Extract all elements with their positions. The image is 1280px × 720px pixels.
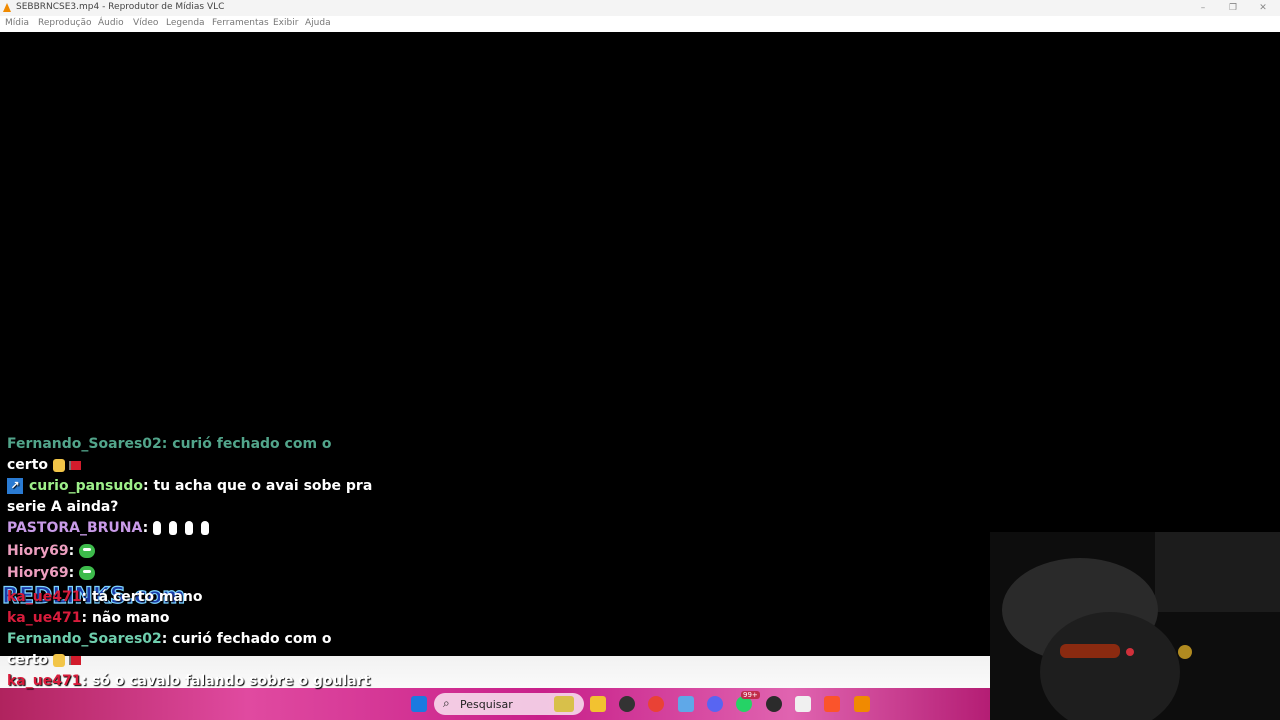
store-icon[interactable]	[795, 696, 811, 712]
chat-username: Hiory69	[7, 565, 69, 581]
vlc-icon[interactable]	[854, 696, 870, 712]
menu-video[interactable]: Vídeo	[133, 18, 158, 28]
discord-icon[interactable]	[707, 696, 723, 712]
menu-reproducao[interactable]: Reprodução	[38, 18, 92, 28]
menu-exibir[interactable]: Exibir	[273, 18, 298, 28]
chat-line: certo	[7, 652, 81, 668]
windows-start-icon[interactable]	[411, 696, 427, 712]
menu-bar: Mídia Reprodução Áudio Vídeo Legenda Fer…	[0, 16, 1280, 32]
notepad-icon[interactable]	[678, 696, 694, 712]
chat-message: curió fechado com o	[172, 631, 332, 647]
arrow-badge-icon: ↗	[7, 478, 23, 494]
webcam-feed	[990, 532, 1280, 720]
chat-line: Fernando_Soares02: curió fechado com o	[7, 436, 332, 452]
menu-midia[interactable]: Mídia	[5, 18, 29, 28]
menu-audio[interactable]: Áudio	[98, 18, 124, 28]
chat-message: certo	[7, 457, 49, 473]
chat-separator: :	[68, 565, 80, 581]
chat-line: ↗ curio_pansudo: tu acha que o avai sobe …	[7, 478, 372, 494]
menu-ferramentas[interactable]: Ferramentas	[212, 18, 269, 28]
chat-separator: :	[81, 673, 92, 689]
chat-separator: :	[161, 631, 173, 647]
webcam-image	[990, 532, 1280, 720]
red-flag-icon	[68, 460, 81, 470]
menu-legenda[interactable]: Legenda	[166, 18, 205, 28]
chat-username: curio_pansudo	[29, 478, 143, 494]
maximize-button[interactable]: ❐	[1218, 0, 1248, 16]
chat-line: Hiory69:	[7, 565, 96, 581]
frog-emote-icon	[79, 544, 96, 558]
brave-icon[interactable]	[824, 696, 840, 712]
chat-username: PASTORA_BRUNA	[7, 520, 143, 536]
obs-icon[interactable]	[619, 696, 635, 712]
search-label: Pesquisar	[460, 698, 513, 711]
chat-message: tá certo mano	[91, 589, 203, 605]
media-player-icon[interactable]	[766, 696, 782, 712]
victory-hand-icon	[52, 653, 65, 667]
search-icon: ⌕	[443, 696, 450, 710]
menu-ajuda[interactable]: Ajuda	[305, 18, 331, 28]
chat-line: Fernando_Soares02: curió fechado com o	[7, 631, 332, 647]
chat-separator: :	[142, 478, 154, 494]
chat-line: ka_ue471: só o cavalo falando sobre o go…	[7, 673, 370, 689]
goose-icon	[169, 521, 178, 535]
chat-username: Hiory69	[7, 543, 69, 559]
chat-separator: :	[142, 520, 154, 536]
chat-username: ka_ue471	[7, 610, 82, 626]
chat-line: serie A ainda?	[7, 499, 118, 515]
notification-badge: 99+	[741, 691, 760, 699]
chat-message: não mano	[91, 610, 170, 626]
window-title: SEBBRNCSE3.mp4 - Reprodutor de Mídias VL…	[16, 2, 225, 12]
chat-message: serie A ainda?	[7, 499, 119, 515]
chat-username: ka_ue471	[7, 673, 82, 689]
chat-separator: :	[68, 543, 80, 559]
chat-message: tu acha que o avai sobe pra	[153, 478, 373, 494]
chat-message: certo	[7, 652, 49, 668]
frog-emote-icon	[79, 566, 96, 580]
chat-line: PASTORA_BRUNA:	[7, 520, 217, 536]
taskbar-widget-icon[interactable]	[554, 696, 574, 712]
chat-message: só o cavalo falando sobre o goulart	[91, 673, 371, 689]
red-flag-icon	[68, 655, 81, 665]
chat-separator: :	[81, 610, 92, 626]
chat-username: Fernando_Soares02	[7, 436, 162, 452]
chat-line: ka_ue471: não mano	[7, 610, 169, 626]
chat-line: ka_ue471: tá certo mano	[7, 589, 202, 605]
goose-icon	[153, 521, 162, 535]
folder-icon[interactable]	[590, 696, 606, 712]
minimize-button[interactable]: –	[1188, 0, 1218, 16]
goose-icon	[201, 521, 210, 535]
window-titlebar: SEBBRNCSE3.mp4 - Reprodutor de Mídias VL…	[0, 0, 1280, 16]
goose-icon	[185, 521, 194, 535]
chrome-icon[interactable]	[648, 696, 664, 712]
chat-message: curió fechado com o	[172, 436, 332, 452]
chat-username: ka_ue471	[7, 589, 82, 605]
vlc-cone-icon	[3, 3, 11, 12]
chat-line: certo	[7, 457, 81, 473]
chat-username: Fernando_Soares02	[7, 631, 162, 647]
chat-separator: :	[81, 589, 92, 605]
chat-separator: :	[161, 436, 173, 452]
victory-hand-icon	[52, 458, 65, 472]
close-button[interactable]: ✕	[1248, 0, 1278, 16]
chat-line: Hiory69:	[7, 543, 96, 559]
